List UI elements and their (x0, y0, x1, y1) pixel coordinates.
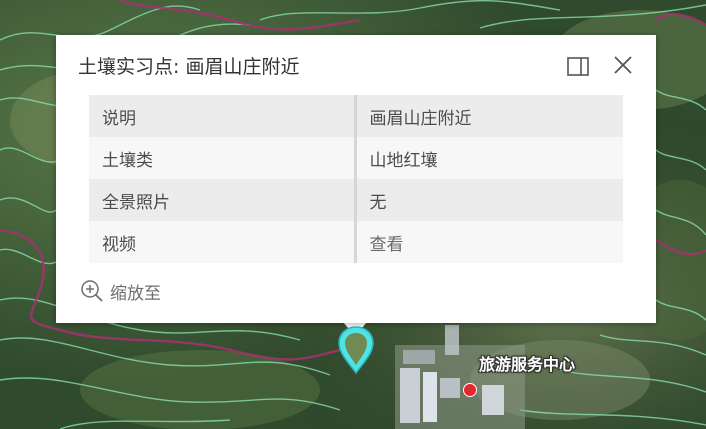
dock-button[interactable] (563, 52, 593, 82)
poi-marker-dot[interactable] (463, 383, 477, 397)
popup-header: 土壤实习点: 画眉山庄附近 (56, 35, 656, 95)
feature-popup: 土壤实习点: 画眉山庄附近 说明 画眉山庄附近 土壤类 山地红壤 全景照片 无 (56, 35, 656, 323)
table-row: 全景照片 无 (89, 179, 623, 221)
attribute-table: 说明 画眉山庄附近 土壤类 山地红壤 全景照片 无 视频 查看 (89, 95, 623, 263)
attribute-value: 无 (355, 179, 623, 221)
attribute-key: 说明 (89, 95, 357, 137)
close-icon (614, 56, 632, 74)
location-marker-icon[interactable] (335, 323, 377, 375)
table-row: 土壤类 山地红壤 (89, 137, 623, 179)
zoom-to-label: 缩放至 (110, 283, 161, 304)
attribute-value: 山地红壤 (355, 137, 623, 179)
zoom-in-icon (81, 280, 103, 302)
video-link[interactable]: 查看 (370, 235, 404, 255)
poi-label: 旅游服务中心 (479, 355, 576, 374)
popup-title: 土壤实习点: 画眉山庄附近 (78, 56, 300, 78)
attribute-key: 全景照片 (89, 179, 357, 221)
attribute-value: 查看 (355, 221, 623, 263)
dock-panel-icon (567, 57, 589, 76)
attribute-key: 视频 (89, 221, 357, 263)
zoom-to-button[interactable]: 缩放至 (80, 279, 161, 304)
attribute-key: 土壤类 (89, 137, 357, 179)
table-row: 说明 画眉山庄附近 (89, 95, 623, 137)
attribute-value: 画眉山庄附近 (355, 95, 623, 137)
table-row: 视频 查看 (89, 221, 623, 263)
close-button[interactable] (608, 50, 638, 80)
